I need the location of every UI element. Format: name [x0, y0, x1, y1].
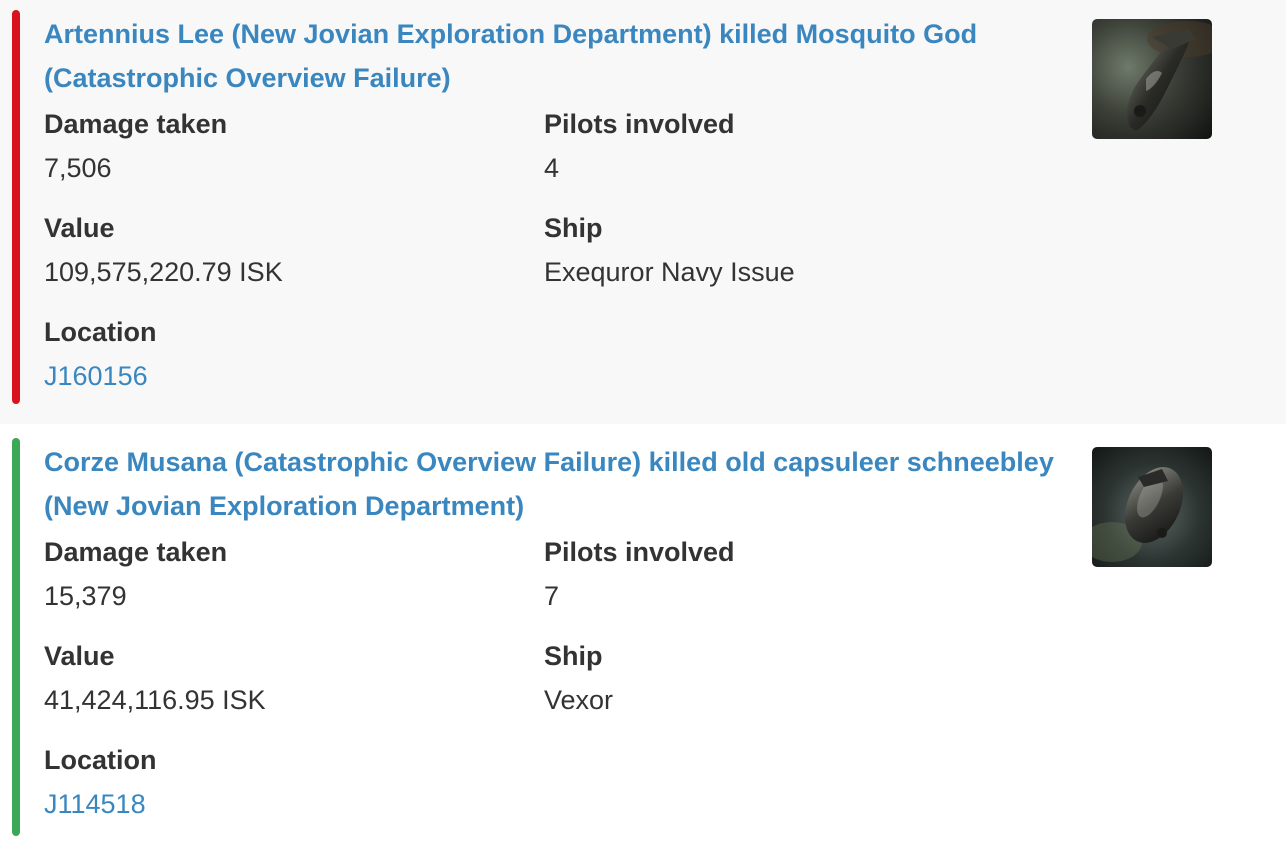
value-label: Value: [44, 641, 115, 671]
value-field: Value 41,424,116.95 ISK: [44, 634, 524, 722]
pilots-value: 4: [544, 153, 560, 183]
killmail-card: Corze Musana (Catastrophic Overview Fail…: [0, 428, 1286, 856]
damage-field: Damage taken 15,379: [44, 530, 524, 618]
damage-label: Damage taken: [44, 109, 228, 139]
ship-label: Ship: [544, 641, 603, 671]
pilots-label: Pilots involved: [544, 537, 735, 567]
loss-status-stripe: [12, 10, 20, 404]
ship-render-icon[interactable]: [1092, 19, 1212, 139]
location-label: Location: [44, 745, 157, 775]
value-field: Value 109,575,220.79 ISK: [44, 206, 524, 294]
ship-field: Ship Vexor: [544, 634, 1024, 722]
damage-label: Damage taken: [44, 537, 228, 567]
location-link[interactable]: J160156: [44, 354, 524, 398]
pilots-field: Pilots involved 4: [544, 102, 1024, 190]
ship-value: Vexor: [544, 685, 614, 715]
isk-value: 41,424,116.95 ISK: [44, 685, 266, 715]
pilots-label: Pilots involved: [544, 109, 735, 139]
killmail-card: Artennius Lee (New Jovian Exploration De…: [0, 0, 1286, 424]
damage-value: 15,379: [44, 581, 127, 611]
isk-value: 109,575,220.79 ISK: [44, 257, 283, 287]
win-status-stripe: [12, 438, 20, 836]
ship-field: Ship Exequror Navy Issue: [544, 206, 1024, 294]
ship-value: Exequror Navy Issue: [544, 257, 795, 287]
location-label: Location: [44, 317, 157, 347]
killmail-title-link[interactable]: Artennius Lee (New Jovian Exploration De…: [44, 12, 1054, 100]
location-link[interactable]: J114518: [44, 782, 524, 826]
value-label: Value: [44, 213, 115, 243]
pilots-field: Pilots involved 7: [544, 530, 1024, 618]
pilots-value: 7: [544, 581, 560, 611]
location-field: Location J160156: [44, 310, 524, 398]
killmail-feed: Artennius Lee (New Jovian Exploration De…: [0, 0, 1286, 856]
ship-label: Ship: [544, 213, 603, 243]
killmail-title-link[interactable]: Corze Musana (Catastrophic Overview Fail…: [44, 440, 1054, 528]
ship-render-icon[interactable]: [1092, 447, 1212, 567]
damage-value: 7,506: [44, 153, 112, 183]
location-field: Location J114518: [44, 738, 524, 826]
damage-field: Damage taken 7,506: [44, 102, 524, 190]
